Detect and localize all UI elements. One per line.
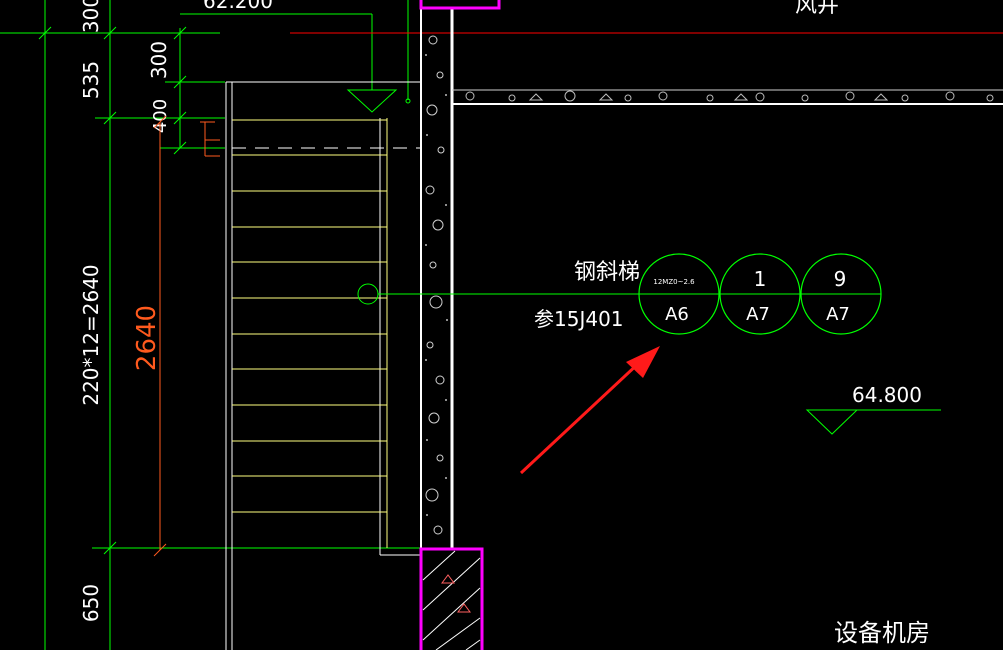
room-label: 设备机房 (834, 619, 930, 647)
speck (445, 204, 447, 206)
aggregate (564, 90, 576, 102)
hatch-line (465, 639, 481, 650)
aggregate (465, 91, 475, 101)
bubble-bottom-text: A7 (826, 304, 850, 325)
column-hatch (422, 550, 481, 650)
aggregate (945, 91, 955, 101)
aggregate (755, 92, 765, 102)
top-elevation-mark: 62.200 (180, 0, 411, 113)
speck (426, 514, 428, 516)
bubble-top-text: 1 (754, 267, 767, 291)
floor-slab (452, 89, 1003, 105)
bubble-top-text: 12MZ0~2.6 (653, 278, 695, 286)
leader-origin-circle (357, 283, 379, 305)
speck (445, 94, 447, 96)
detail-bubble-1: 12MZ0~2.6 A6 (638, 253, 720, 335)
red-arrow-annotation (519, 346, 660, 475)
aggregate (658, 91, 668, 101)
hatch-line (422, 557, 481, 611)
aggregate (598, 93, 614, 101)
aggregate (508, 94, 516, 102)
steel-stair (225, 81, 420, 650)
aggregate (428, 35, 438, 45)
speck (446, 319, 448, 321)
aggregate (433, 525, 443, 535)
hatch-line (422, 587, 481, 641)
speck (426, 134, 428, 136)
slab-hatch (465, 90, 994, 102)
level-mark: 64.800 (805, 383, 941, 435)
aggregate (733, 93, 749, 101)
detail-bubble-2: 1 A7 (719, 253, 801, 335)
wall-hatch (425, 35, 445, 535)
column-mark (441, 574, 455, 584)
level-mark-text: 64.800 (852, 383, 922, 407)
red-dim-text-2640: 2640 (132, 305, 162, 371)
aggregate (801, 94, 809, 102)
speck (426, 439, 428, 441)
bubble-top-text: 9 (834, 267, 847, 291)
shaft-label: 风井 (795, 0, 839, 18)
aggregate (425, 185, 435, 195)
top-elevation-triangle (346, 89, 398, 113)
aggregate (624, 94, 632, 102)
wall-dots (425, 54, 448, 516)
detail-bubble-3: 9 A7 (800, 253, 882, 335)
aggregate (436, 71, 444, 79)
aggregate (528, 93, 544, 101)
dim-text-riser-formula: 220*12=2640 (79, 264, 103, 405)
aggregate (426, 104, 438, 116)
cad-drawing-canvas: 300 535 300 400 220*12=2640 650 2640 62.… (0, 0, 1003, 650)
aggregate (435, 375, 445, 385)
level-mark-triangle (805, 409, 859, 435)
aggregate (426, 341, 434, 349)
column-bottom (419, 547, 484, 650)
aggregate (706, 94, 714, 102)
speck (445, 399, 447, 401)
top-elevation-text: 62.200 (203, 0, 273, 13)
left-dimension-chain (0, 0, 420, 650)
arrow-shaft (519, 360, 642, 475)
red-dimension-2640: 2640 (132, 115, 220, 557)
aggregate (845, 91, 855, 101)
stair-treads (232, 119, 387, 513)
speck (425, 244, 427, 246)
column-mark (457, 603, 471, 613)
dim-text-300: 300 (147, 41, 171, 79)
dim-text-535: 535 (79, 61, 103, 99)
aggregate (901, 94, 909, 102)
bubble-bottom-text: A7 (746, 304, 770, 325)
aggregate (428, 412, 440, 424)
aggregate (429, 295, 443, 309)
aggregate (432, 219, 444, 231)
speck (445, 477, 447, 479)
aggregate (425, 488, 439, 502)
dim-text-650: 650 (79, 584, 103, 622)
speck (425, 54, 427, 56)
aggregate (429, 261, 437, 269)
aggregate (436, 454, 444, 462)
column-top (419, 0, 501, 10)
dim-text-300-top: 300 (79, 0, 103, 33)
arrow-head (626, 346, 660, 378)
stair-note-reference: 参15J401 (534, 307, 624, 331)
speck (425, 359, 427, 361)
hatch-line (422, 550, 456, 581)
stair-callout: 钢斜梯 参15J401 12MZ0~2.6 A6 1 A7 9 A7 (357, 253, 882, 335)
aggregate (437, 146, 445, 154)
aggregate (873, 93, 889, 101)
stair-note-label: 钢斜梯 (574, 260, 640, 285)
concrete-wall (420, 8, 454, 548)
aggregate (986, 94, 994, 102)
bubble-bottom-text: A6 (665, 304, 689, 325)
